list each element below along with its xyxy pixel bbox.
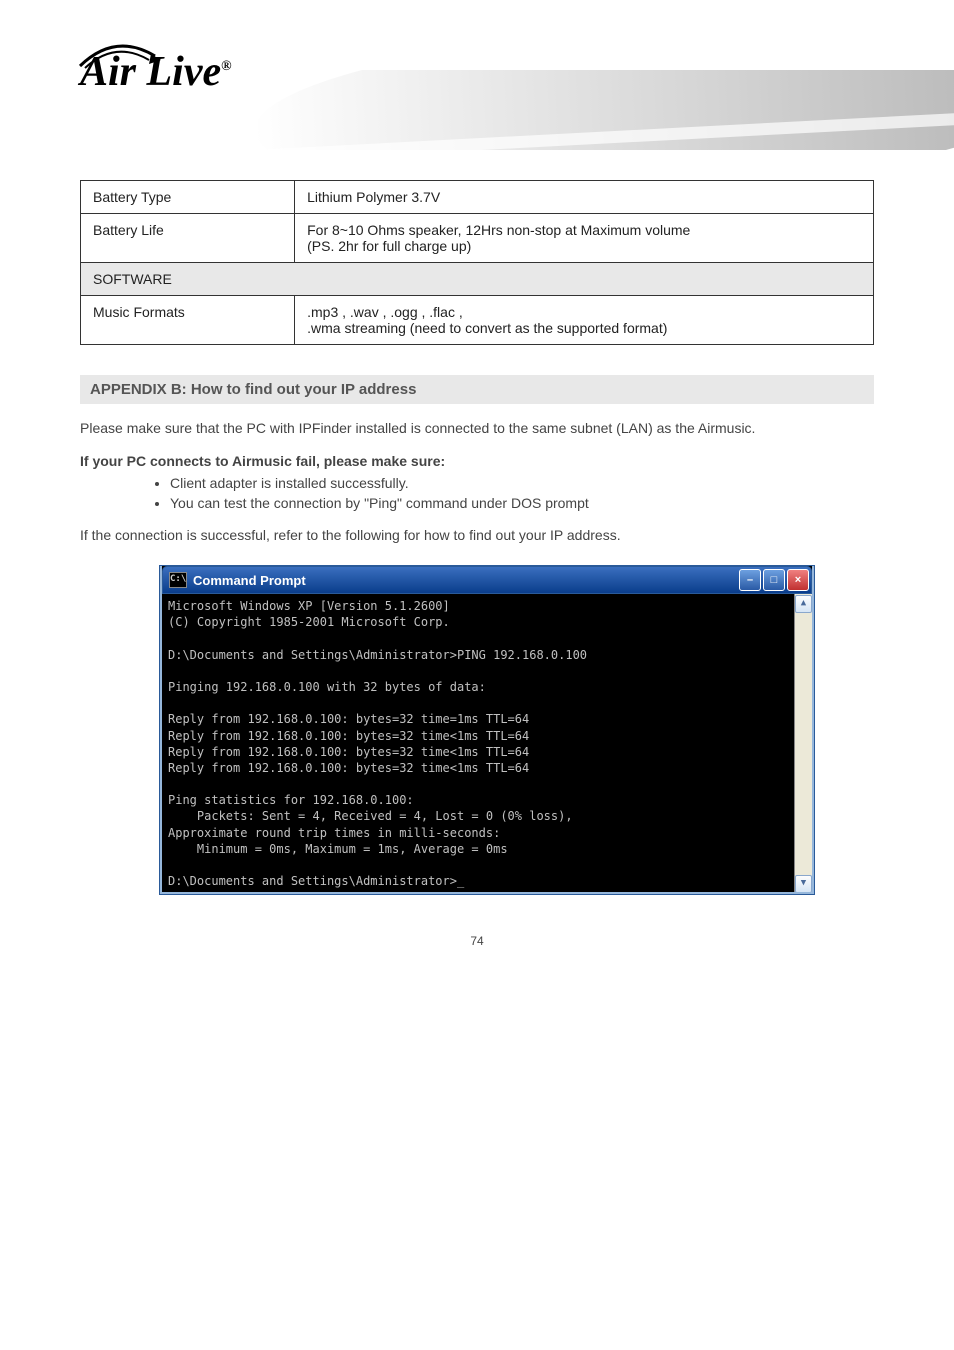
brand-logo: Air Live® xyxy=(80,48,232,96)
cmd-output: Microsoft Windows XP [Version 5.1.2600] … xyxy=(162,594,812,892)
close-button[interactable]: × xyxy=(787,569,809,591)
scroll-down-button[interactable]: ▼ xyxy=(795,875,812,892)
list-item: You can test the connection by "Ping" co… xyxy=(170,495,874,511)
table-cell: .mp3 , .wav , .ogg , .flac , .wma stream… xyxy=(295,296,874,345)
command-prompt-window: C:\ Command Prompt – □ × Microsoft Windo… xyxy=(160,566,814,894)
table-cell: Lithium Polymer 3.7V xyxy=(295,181,874,214)
page-number: 74 xyxy=(80,934,874,948)
maximize-button[interactable]: □ xyxy=(763,569,785,591)
table-cell: Battery Type xyxy=(81,181,295,214)
table-row: Music Formats.mp3 , .wav , .ogg , .flac … xyxy=(81,296,874,345)
appendix-heading: APPENDIX B: How to find out your IP addr… xyxy=(80,375,874,404)
table-cell: Battery Life xyxy=(81,214,295,263)
appendix-para3: If the connection is successful, refer t… xyxy=(80,525,874,546)
scroll-up-button[interactable]: ▲ xyxy=(795,595,812,613)
page-header: Air Live® xyxy=(80,40,874,150)
header-swoosh xyxy=(254,70,954,150)
table-row: SOFTWARE xyxy=(81,263,874,296)
appendix-para1: Please make sure that the PC with IPFind… xyxy=(80,418,874,439)
list-item: Client adapter is installed successfully… xyxy=(170,475,874,491)
minimize-button[interactable]: – xyxy=(739,569,761,591)
cmd-scrollbar[interactable]: ▲▼ xyxy=(794,594,812,892)
appendix-para2: If your PC connects to Airmusic fail, pl… xyxy=(80,453,874,469)
table-cell: SOFTWARE xyxy=(81,263,874,296)
spec-table: Battery TypeLithium Polymer 3.7VBattery … xyxy=(80,180,874,345)
appendix-bullets: Client adapter is installed successfully… xyxy=(170,475,874,511)
cmd-title: Command Prompt xyxy=(193,573,306,588)
table-cell: For 8~10 Ohms speaker, 12Hrs non-stop at… xyxy=(295,214,874,263)
table-row: Battery TypeLithium Polymer 3.7V xyxy=(81,181,874,214)
table-row: Battery LifeFor 8~10 Ohms speaker, 12Hrs… xyxy=(81,214,874,263)
logo-text: Air Live® xyxy=(80,49,232,95)
cmd-icon: C:\ xyxy=(169,572,187,588)
table-cell: Music Formats xyxy=(81,296,295,345)
cmd-titlebar: C:\ Command Prompt – □ × xyxy=(162,566,812,594)
